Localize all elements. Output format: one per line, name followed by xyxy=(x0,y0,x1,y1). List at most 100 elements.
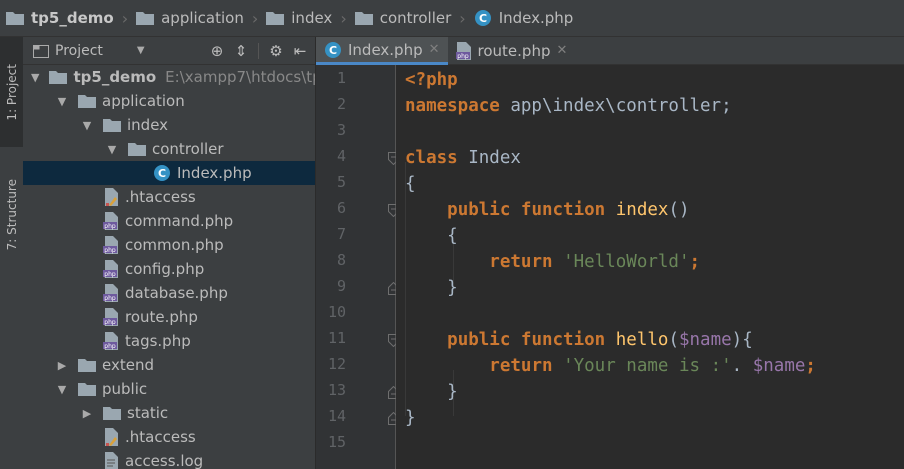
svg-text:php: php xyxy=(104,343,116,350)
tab-route-php[interactable]: php route.php ✕ xyxy=(448,37,576,64)
line-number: 12 xyxy=(327,355,346,373)
tree-item[interactable]: php route.php xyxy=(23,305,315,329)
hide-panel-icon[interactable]: ⇤ xyxy=(291,42,309,60)
tree-item[interactable]: .htaccess xyxy=(23,425,315,449)
tree-item[interactable]: ▶ extend xyxy=(23,353,315,377)
tree-item-label: route.php xyxy=(125,308,198,326)
tree-item[interactable]: php command.php xyxy=(23,209,315,233)
tree-item[interactable]: access.log xyxy=(23,449,315,469)
tool-window-strip: 1: Project 7: Structure xyxy=(0,37,24,469)
collapse-all-icon[interactable]: ⇕ xyxy=(232,42,250,60)
expand-arrow-icon[interactable]: ▼ xyxy=(81,119,93,132)
breadcrumb-separator: › xyxy=(340,8,347,28)
tree-item[interactable]: php config.php xyxy=(23,257,315,281)
folder-icon xyxy=(128,142,146,156)
line-number: 1 xyxy=(336,69,346,87)
project-path: E:\xampp7\htdocs\tp xyxy=(165,68,315,86)
code-line: } xyxy=(447,382,458,402)
toolbar-divider xyxy=(258,42,259,59)
gear-icon[interactable]: ⚙ xyxy=(267,42,285,60)
tree-item-label: index xyxy=(127,116,169,134)
tab-index-php[interactable]: C Index.php ✕ xyxy=(316,37,448,65)
svg-text:C: C xyxy=(158,167,166,180)
php-file-icon: php xyxy=(455,41,471,60)
breadcrumb-item-index-php[interactable]: C Index.php xyxy=(474,9,573,27)
tree-item-label: database.php xyxy=(125,284,228,302)
collapse-arrow-icon[interactable]: ▶ xyxy=(56,359,68,372)
locate-icon[interactable]: ⊕ xyxy=(208,42,226,60)
structure-tool-button[interactable]: 7: Structure xyxy=(0,155,23,275)
code-line: class Index xyxy=(405,148,521,168)
expand-arrow-icon[interactable]: ▼ xyxy=(56,95,68,108)
svg-text:php: php xyxy=(104,223,116,230)
breadcrumb-item-tp5-demo[interactable]: tp5_demo xyxy=(6,9,114,27)
breadcrumb-item-controller[interactable]: controller xyxy=(354,9,451,27)
project-view-icon xyxy=(33,44,49,58)
close-icon[interactable]: ✕ xyxy=(556,43,567,58)
expand-arrow-icon[interactable]: ▼ xyxy=(31,71,39,84)
breadcrumb: tp5_demo › application › index › control… xyxy=(0,0,904,37)
class-icon: C xyxy=(325,41,341,58)
breadcrumb-item-index[interactable]: index xyxy=(266,9,332,27)
collapse-arrow-icon[interactable]: ▶ xyxy=(81,407,93,420)
breadcrumb-label: application xyxy=(161,9,244,27)
tree-item-label: Index.php xyxy=(177,164,252,182)
line-number: 10 xyxy=(327,303,346,321)
tree-item[interactable]: C Index.php xyxy=(23,161,315,185)
project-view-selector[interactable]: Project xyxy=(55,43,103,59)
folder-icon xyxy=(103,118,121,132)
structure-tool-label: 7: Structure xyxy=(4,179,19,251)
tree-item[interactable]: ▼ public xyxy=(23,377,315,401)
tree-item[interactable]: ▶ static xyxy=(23,401,315,425)
expand-arrow-icon[interactable]: ▼ xyxy=(56,383,68,396)
svg-text:C: C xyxy=(479,12,487,25)
tree-item-label: access.log xyxy=(125,452,204,469)
code-line: public function hello($name){ xyxy=(447,330,753,350)
tree-item[interactable]: ▼ index xyxy=(23,113,315,137)
code-line: <?php xyxy=(405,70,458,90)
breadcrumb-separator: › xyxy=(251,8,259,28)
htaccess-file-icon xyxy=(103,428,119,446)
folder-icon xyxy=(266,12,285,25)
project-panel: Project ▼ ⊕ ⇕ ⚙ ⇤ ▼ tp5_demo E:\xampp7\htd… xyxy=(23,37,315,469)
tree-item[interactable]: .htaccess xyxy=(23,185,315,209)
line-number: 14 xyxy=(327,407,346,425)
tree-item[interactable]: ▼ application xyxy=(23,89,315,113)
svg-text:php: php xyxy=(104,247,116,254)
line-number: 11 xyxy=(327,329,346,347)
project-tool-button[interactable]: 1: Project xyxy=(0,37,23,147)
svg-text:php: php xyxy=(104,295,116,302)
line-number: 9 xyxy=(336,277,346,295)
code-line: return 'Your name is :'. $name; xyxy=(489,356,816,376)
line-number: 2 xyxy=(336,95,346,113)
chevron-down-icon[interactable]: ▼ xyxy=(137,45,145,56)
tree-item[interactable]: ▼ tp5_demo E:\xampp7\htdocs\tp xyxy=(23,65,315,89)
line-number: 7 xyxy=(336,225,346,243)
tab-label: route.php xyxy=(477,41,551,60)
folder-icon xyxy=(136,12,155,25)
tree-item-label: static xyxy=(127,404,169,422)
code-line: return 'HelloWorld'; xyxy=(489,252,701,272)
code-line: } xyxy=(447,278,458,298)
tree-item-label: .htaccess xyxy=(125,428,196,446)
breadcrumb-item-application[interactable]: application xyxy=(136,9,244,27)
tree-item-label: config.php xyxy=(125,260,205,278)
tree-item-label: public xyxy=(102,380,148,398)
code-editor[interactable]: <?php namespace app\index\controller; cl… xyxy=(396,65,904,469)
tree-item[interactable]: php database.php xyxy=(23,281,315,305)
tree-item[interactable]: ▼ controller xyxy=(23,137,315,161)
tree-item-label: application xyxy=(102,92,185,110)
line-number: 5 xyxy=(336,173,346,191)
tree-item[interactable]: php tags.php xyxy=(23,329,315,353)
svg-text:C: C xyxy=(329,44,337,57)
tree-item-label: tags.php xyxy=(125,332,191,350)
expand-arrow-icon[interactable]: ▼ xyxy=(106,143,118,156)
tree-item[interactable]: php common.php xyxy=(23,233,315,257)
editor-tab-bar: C Index.php ✕ php route.php ✕ xyxy=(316,37,904,65)
breadcrumb-separator: › xyxy=(121,8,129,28)
svg-text:php: php xyxy=(104,319,116,326)
php-file-icon: php xyxy=(103,284,119,302)
close-icon[interactable]: ✕ xyxy=(429,42,440,57)
line-number: 6 xyxy=(336,199,346,217)
code-line: } xyxy=(405,408,416,428)
